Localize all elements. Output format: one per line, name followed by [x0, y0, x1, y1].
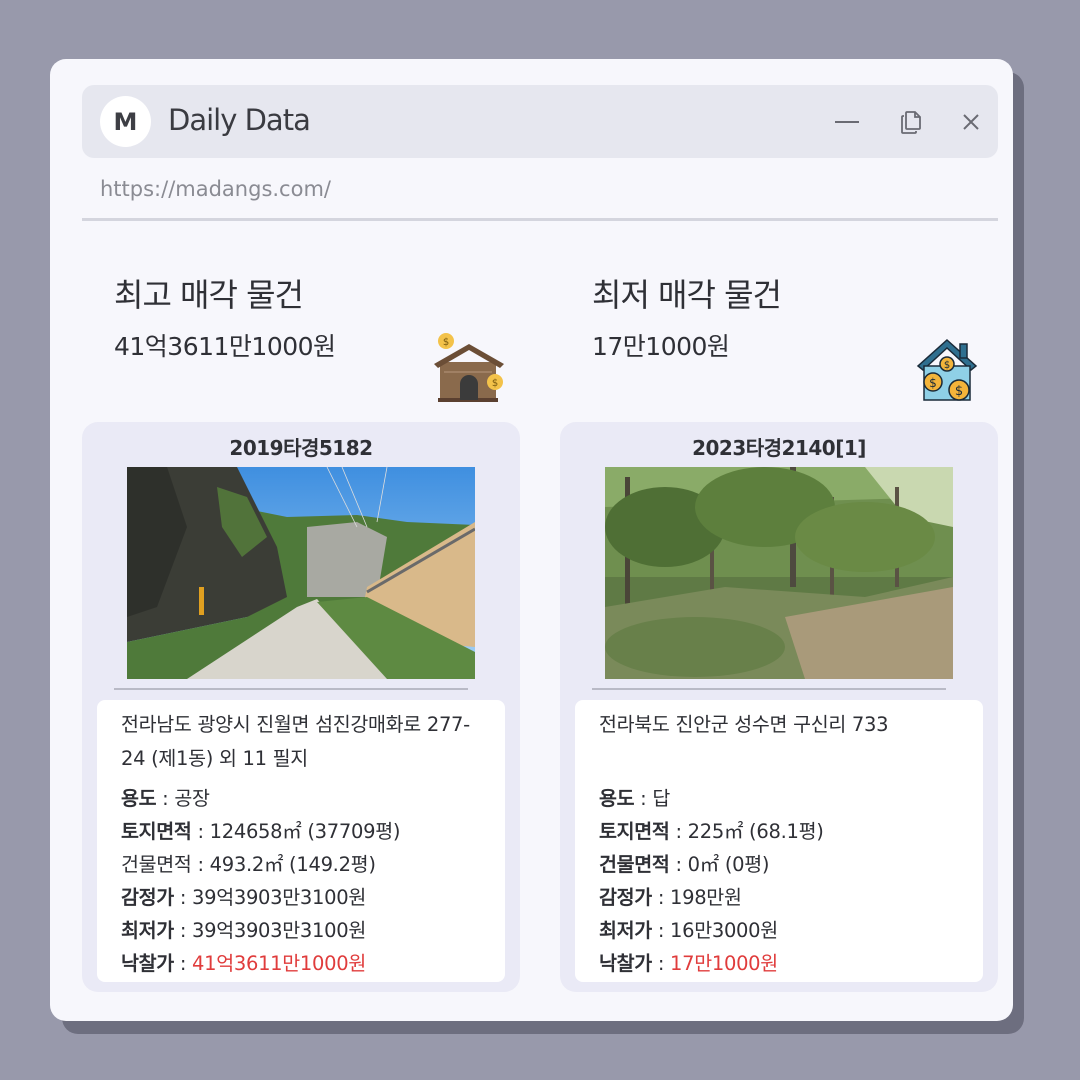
winning-bid-row: 낙찰가 : 17만1000원 [599, 947, 959, 980]
use-row: 용도 : 답 [599, 782, 959, 815]
building-area-value: : 0㎡ (0평) [669, 853, 770, 876]
use-value: : 답 [634, 787, 670, 810]
property-address: 전라남도 광양시 진월면 섬진강매화로 277-24 (제1동) 외 11 필지 [121, 713, 470, 770]
svg-text:$: $ [955, 384, 963, 399]
appraisal-value: : 39억3903만3100원 [173, 886, 366, 909]
minimize-button[interactable] [830, 105, 864, 139]
property-address: 전라북도 진안군 성수면 구신리 733 [599, 713, 889, 736]
building-area-row: 건물면적 : 0㎡ (0평) [599, 848, 959, 881]
case-number: 2019타경5182 [229, 436, 373, 460]
highest-price: 41억3611만1000원 [114, 332, 336, 361]
property-photo [605, 467, 953, 679]
building-area-value: : 493.2㎡ (149.2평) [191, 853, 376, 876]
header-divider [82, 218, 998, 221]
building-area-label: 건물면적 [121, 853, 192, 876]
property-details: 전라북도 진안군 성수면 구신리 733 용도 : 답 토지면적 : 225㎡ … [575, 700, 983, 982]
minimum-price-row: 최저가 : 39억3903만3100원 [121, 914, 481, 947]
copy-icon [901, 111, 921, 134]
lowest-property-card[interactable]: 2023타경2140[1] 전라북도 진안군 성수면 구신리 733 용도 : … [560, 422, 998, 992]
appraisal-label: 감정가 [599, 886, 652, 909]
minimum-price-value: : 16만3000원 [651, 919, 778, 942]
land-area-row: 토지면적 : 225㎡ (68.1평) [599, 815, 959, 848]
appraisal-row: 감정가 : 39억3903만3100원 [121, 881, 481, 914]
building-area-row: 건물면적 : 493.2㎡ (149.2평) [121, 848, 481, 881]
property-photo [127, 467, 475, 679]
minimum-price-value: : 39억3903만3100원 [173, 919, 366, 942]
land-area-value: : 225㎡ (68.1평) [669, 820, 824, 843]
building-area-label: 건물면적 [599, 853, 670, 876]
winning-bid-row: 낙찰가 : 41억3611만1000원 [121, 947, 481, 980]
land-area-label: 토지면적 [599, 820, 670, 843]
appraisal-value: : 198만원 [651, 886, 742, 909]
svg-text:$: $ [443, 337, 449, 348]
app-window: M Daily Data https://madangs.com/ 최고 매각 … [50, 59, 1013, 1021]
use-value: : 공장 [156, 787, 210, 810]
app-logo: M [100, 96, 151, 147]
winning-bid-separator: : [651, 952, 670, 975]
winning-bid-value: 41억3611만1000원 [192, 952, 366, 975]
card-divider [114, 688, 468, 690]
winning-bid-separator: : [173, 952, 192, 975]
title-bar: M Daily Data [82, 85, 998, 158]
warehouse-money-icon: $ $ [434, 333, 504, 402]
svg-text:$: $ [944, 360, 950, 371]
case-number: 2023타경2140[1] [692, 436, 866, 460]
winning-bid-label: 낙찰가 [121, 952, 174, 975]
highest-property-card[interactable]: 2019타경5182 전라남도 광양시 진월면 섬진강매화로 277-24 (제… [82, 422, 520, 992]
close-icon [963, 114, 979, 130]
close-button[interactable] [954, 105, 988, 139]
highest-heading: 최고 매각 물건 [114, 276, 304, 314]
use-label: 용도 [599, 787, 635, 810]
land-area-value: : 124658㎡ (37709평) [191, 820, 401, 843]
svg-text:$: $ [929, 376, 937, 390]
app-title: Daily Data [168, 103, 311, 137]
svg-text:$: $ [492, 378, 498, 389]
card-divider [592, 688, 946, 690]
minimize-icon [835, 121, 859, 123]
use-row: 용도 : 공장 [121, 782, 481, 815]
lowest-heading: 최저 매각 물건 [592, 276, 782, 314]
appraisal-label: 감정가 [121, 886, 174, 909]
lowest-price: 17만1000원 [592, 332, 730, 361]
minimum-price-label: 최저가 [599, 919, 652, 942]
minimum-price-label: 최저가 [121, 919, 174, 942]
minimum-price-row: 최저가 : 16만3000원 [599, 914, 959, 947]
winning-bid-value: 17만1000원 [670, 952, 778, 975]
house-money-icon: $ $ $ [916, 338, 978, 401]
land-area-row: 토지면적 : 124658㎡ (37709평) [121, 815, 481, 848]
restore-button[interactable] [894, 105, 928, 139]
winning-bid-label: 낙찰가 [599, 952, 652, 975]
address-url[interactable]: https://madangs.com/ [100, 177, 331, 201]
property-details: 전라남도 광양시 진월면 섬진강매화로 277-24 (제1동) 외 11 필지… [97, 700, 505, 982]
land-area-label: 토지면적 [121, 820, 192, 843]
appraisal-row: 감정가 : 198만원 [599, 881, 959, 914]
use-label: 용도 [121, 787, 157, 810]
